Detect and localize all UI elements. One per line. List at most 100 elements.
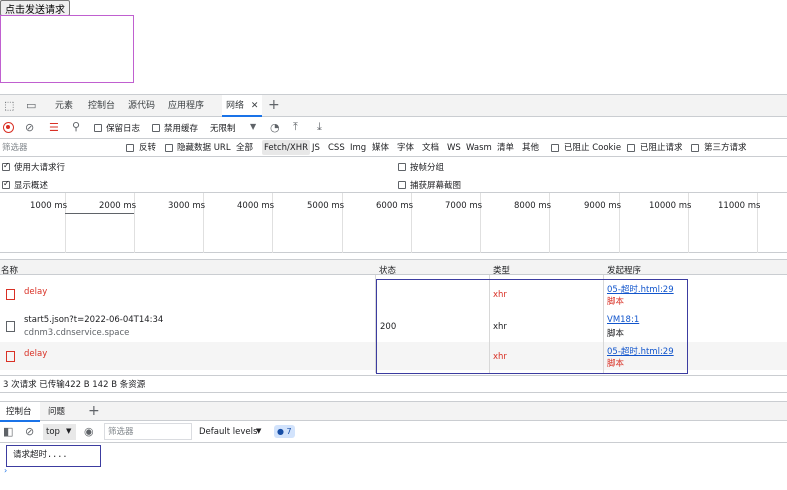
filter-icon[interactable]: ☰ [49,122,59,133]
file-icon [6,351,15,362]
request-table-header: 名称 状态 类型 发起程序 [0,259,787,276]
timeline-label: 4000 ms [237,201,275,211]
request-name: start5.json?t=2022-06-04T14:34 [24,315,164,325]
close-tab-icon[interactable]: ✕ [251,101,259,111]
chevron-down-icon[interactable]: ▼ [250,123,256,131]
inspect-icon[interactable]: ⬚ [4,100,14,111]
export-har-icon[interactable]: ⤓ [317,121,322,132]
filter-input[interactable]: 筛选器 [2,144,28,153]
tab-console[interactable]: 控制台 [88,95,115,117]
timeline-label: 9000 ms [584,201,622,211]
console-filter-input[interactable]: 筛选器 [104,423,192,440]
request-domain: cdnm3.cdnservice.space [24,328,130,338]
blocked-requests-label: 已阻止请求 [640,143,683,153]
filter-manifest[interactable]: 清单 [497,144,514,153]
throttle-select[interactable]: 无限制 [210,125,236,134]
log-levels-select[interactable]: Default levels [199,428,257,437]
summary-text: 3 次请求 已传输422 B 142 B 条资源 [3,380,146,390]
context-select[interactable]: top ▼ [43,424,76,440]
tab-elements[interactable]: 元素 [55,95,73,117]
filter-js[interactable]: JS [312,144,320,153]
invert-label: 反转 [139,143,157,153]
filter-other[interactable]: 其他 [522,144,539,153]
add-tab-icon[interactable]: + [268,98,280,112]
context-label: top [46,427,60,437]
preserve-log-checkbox[interactable] [94,124,102,132]
issues-badge[interactable]: ● 7 [274,425,295,438]
chevron-down-icon[interactable]: ▼ [256,428,261,435]
filter-font[interactable]: 字体 [397,144,414,153]
send-request-button[interactable]: 点击发送请求 [0,0,70,16]
blocked-requests-checkbox[interactable] [627,144,635,152]
clear-icon[interactable]: ⊘ [25,122,34,133]
request-name: delay [24,349,48,359]
filter-all[interactable]: 全部 [236,144,253,153]
record-icon[interactable] [3,122,14,133]
file-icon [6,289,15,300]
timeline-label: 10000 ms [649,201,692,211]
network-toolbar: ⊘ ☰ ⚲ 保留日志 禁用缓存 无限制 ▼ ◔ ⤒ ⤓ [0,117,787,139]
big-rows-label: 使用大请求行 [14,163,66,173]
timeline-label: 8000 ms [514,201,552,211]
search-icon[interactable]: ⚲ [72,121,80,132]
network-conditions-icon[interactable]: ◔ [270,122,280,133]
filter-img[interactable]: Img [350,144,366,153]
timeline-label: 6000 ms [376,201,414,211]
drawer-tab-console[interactable]: 控制台 [0,402,40,422]
drawer-tabbar: 控制台 问题 + [0,401,787,422]
blocked-cookies-checkbox[interactable] [551,144,559,152]
drawer-tab-issues[interactable]: 问题 [48,408,65,417]
import-har-icon[interactable]: ⤒ [293,121,298,132]
console-message: 请求超时.... [13,450,68,460]
timeline-label: 7000 ms [445,201,483,211]
disable-cache-checkbox[interactable] [152,124,160,132]
overview-label: 显示概述 [14,181,49,191]
network-summary: 3 次请求 已传输422 B 142 B 条资源 [0,375,787,393]
add-tab-icon[interactable]: + [88,404,100,418]
filter-ws[interactable]: WS [447,144,461,153]
issues-count: 7 [286,427,292,436]
sidebar-toggle-icon[interactable]: ◧ [3,426,13,437]
message-icon: ● [277,427,284,436]
disable-cache-label: 禁用缓存 [164,124,199,134]
invert-checkbox[interactable] [126,144,134,152]
filter-fetch-xhr[interactable]: Fetch/XHR [262,140,311,155]
console-prompt-icon[interactable]: › [4,467,7,475]
console-filter-placeholder: 筛选器 [108,427,134,437]
column-status[interactable]: 状态 [379,264,396,276]
filter-wasm[interactable]: Wasm [466,144,492,153]
column-name[interactable]: 名称 [1,264,18,276]
tab-application[interactable]: 应用程序 [168,95,204,117]
third-party-label: 第三方请求 [704,143,747,153]
capture-screenshots-checkbox[interactable] [398,181,406,189]
capture-screenshots-label: 捕获屏幕截图 [410,181,462,191]
highlight-box [376,279,688,374]
eye-icon[interactable]: ◉ [84,426,94,437]
filter-bar: 筛选器 反转 隐藏数据 URL 全部 Fetch/XHR JS CSS Img … [0,139,787,157]
column-type[interactable]: 类型 [493,264,510,276]
group-by-frame-label: 按帧分组 [410,163,445,173]
filter-css[interactable]: CSS [328,144,345,153]
timeline-label: 11000 ms [718,201,761,211]
filter-fetch-xhr-label: Fetch/XHR [264,143,309,153]
timeline-label: 2000 ms [99,201,137,211]
timeline-overview[interactable]: 1000 ms 2000 ms 3000 ms 4000 ms 5000 ms … [0,193,787,253]
big-rows-checkbox[interactable] [2,161,10,171]
overview-checkbox[interactable] [2,179,10,189]
tab-network[interactable]: 网络 ✕ [222,95,262,117]
drawer-tab-console-label: 控制台 [6,407,32,417]
timeline-bar [65,213,134,214]
console-message-highlight: 请求超时.... [6,445,101,467]
clear-console-icon[interactable]: ⊘ [25,426,34,437]
tab-network-label: 网络 [226,101,245,111]
result-box [0,15,134,83]
group-by-frame-checkbox[interactable] [398,163,406,171]
tab-sources[interactable]: 源代码 [128,95,155,117]
filter-doc[interactable]: 文档 [422,144,439,153]
hide-data-urls-checkbox[interactable] [165,144,173,152]
request-name: delay [24,287,48,297]
device-toggle-icon[interactable]: ▭ [26,100,36,111]
third-party-checkbox[interactable] [691,144,699,152]
column-initiator[interactable]: 发起程序 [607,264,641,276]
filter-media[interactable]: 媒体 [372,144,389,153]
